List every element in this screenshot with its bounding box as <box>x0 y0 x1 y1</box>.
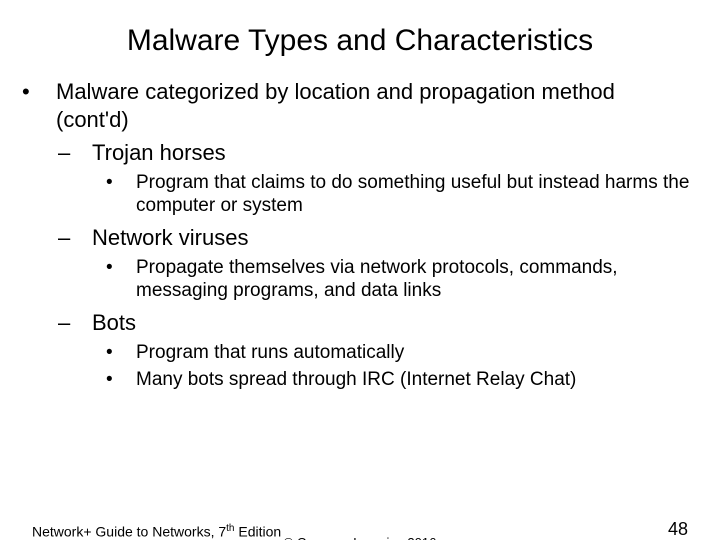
bullet-level1: •Malware categorized by location and pro… <box>56 78 690 133</box>
bullet-icon: • <box>121 256 136 280</box>
bullet-text: Malware categorized by location and prop… <box>56 79 615 132</box>
dash-icon: – <box>75 224 92 252</box>
bullet-text: Program that runs automatically <box>136 342 404 363</box>
bullet-level2: –Trojan horses <box>92 139 690 167</box>
footer-copyright: © Cengage Learning 2016 <box>0 535 720 540</box>
bullet-level2: –Bots <box>92 309 690 337</box>
bullet-text: Bots <box>92 310 136 335</box>
bullet-icon: • <box>121 368 136 392</box>
footer-page-number: 48 <box>668 519 688 540</box>
bullet-text: Trojan horses <box>92 140 226 165</box>
bullet-icon: • <box>121 171 136 195</box>
slide-footer: Network+ Guide to Networks, 7th Edition … <box>0 520 720 540</box>
dash-icon: – <box>75 309 92 337</box>
slide-title: Malware Types and Characteristics <box>40 24 680 58</box>
bullet-icon: • <box>121 341 136 365</box>
slide: Malware Types and Characteristics •Malwa… <box>0 24 720 540</box>
bullet-text: Program that claims to do something usef… <box>136 172 689 217</box>
bullet-text: Propagate themselves via network protoco… <box>136 257 618 302</box>
dash-icon: – <box>75 139 92 167</box>
bullet-icon: • <box>39 78 56 106</box>
bullet-text: Many bots spread through IRC (Internet R… <box>136 369 576 390</box>
bullet-level2: –Network viruses <box>92 224 690 252</box>
bullet-level3: •Propagate themselves via network protoc… <box>136 256 690 304</box>
bullet-text: Network viruses <box>92 225 248 250</box>
bullet-level3: •Program that runs automatically <box>136 341 690 365</box>
bullet-level3: •Many bots spread through IRC (Internet … <box>136 368 690 392</box>
bullet-level3: •Program that claims to do something use… <box>136 171 690 219</box>
slide-content: •Malware categorized by location and pro… <box>30 78 690 392</box>
